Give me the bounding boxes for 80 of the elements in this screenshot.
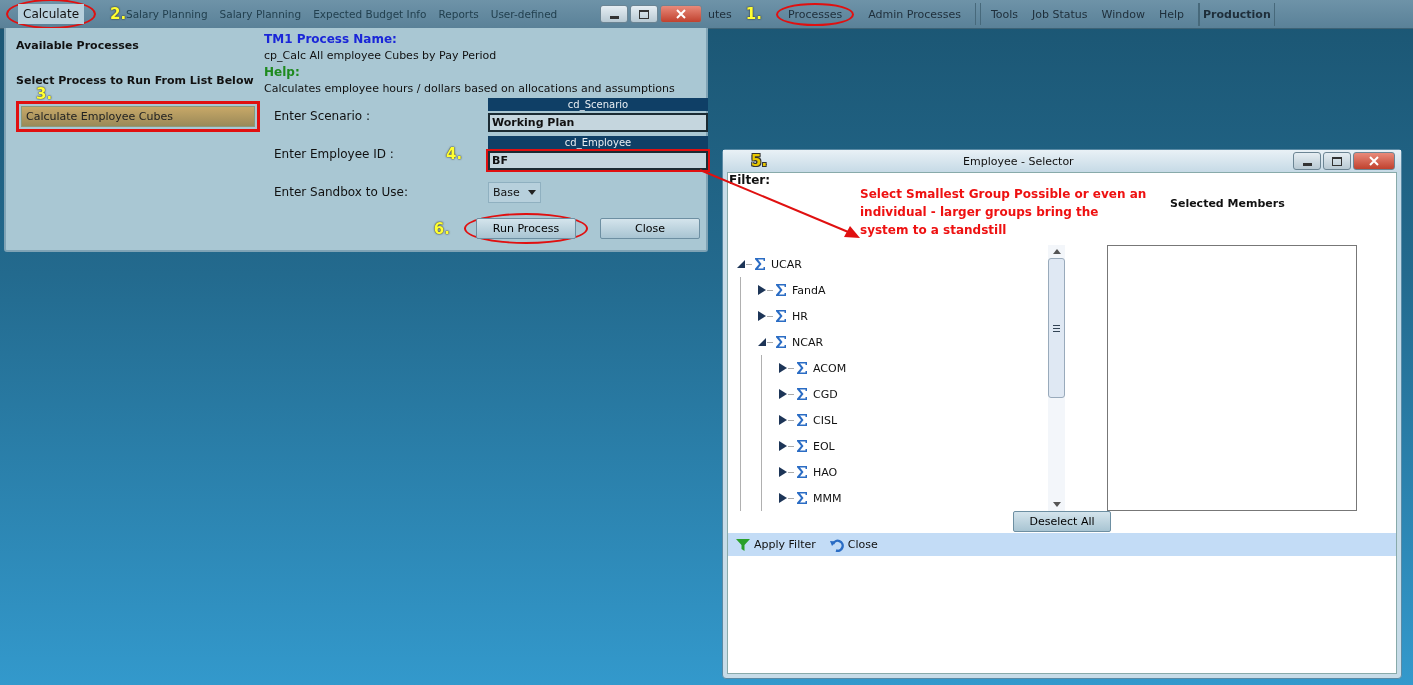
funnel-icon [736, 537, 750, 552]
process-name: cp_Calc All employee Cubes by Pay Period [264, 49, 498, 62]
expander-icon[interactable] [778, 389, 788, 399]
field-header: cd_Employee [488, 136, 708, 149]
annotation-note: Select Smallest Group Possible or even an individual - larger groups bring the system to a standstill [860, 186, 1148, 239]
tree-item[interactable]: EOL [813, 439, 835, 453]
toolbar-button[interactable]: Apply Filter [736, 537, 816, 552]
filter-label: Filter: [728, 173, 771, 187]
tree-item[interactable]: CISL [813, 413, 838, 427]
sigma-icon [797, 362, 807, 374]
tree-item[interactable]: HR [792, 309, 808, 323]
close-button[interactable] [660, 5, 702, 23]
expander-icon[interactable] [736, 260, 746, 268]
expander-icon[interactable] [778, 493, 788, 503]
dialog-button[interactable]: Close [600, 218, 700, 239]
menu-item[interactable]: Tools [990, 7, 1019, 21]
sigma-icon [776, 310, 786, 322]
sigma-icon [797, 440, 807, 452]
sigma-icon [797, 388, 807, 400]
menu-item[interactable]: Job Status [1032, 7, 1088, 21]
help-title: Help: [264, 65, 301, 79]
panel-title: Select Process to Run From List Below [16, 74, 255, 87]
expander-icon[interactable] [778, 363, 788, 373]
annotation-number: 4. [446, 145, 463, 163]
sigma-icon [776, 284, 786, 296]
expander-icon[interactable] [757, 311, 767, 321]
input-field[interactable]: BF [488, 151, 708, 170]
sigma-icon [797, 414, 807, 426]
tree-item[interactable]: ACOM [813, 361, 847, 375]
field-header: cd_Scenario [488, 98, 708, 111]
undo-icon [829, 537, 844, 552]
tree-item[interactable]: CGD [813, 387, 838, 401]
deselect-all-button[interactable]: Deselect All [1013, 511, 1111, 532]
expander-icon[interactable] [757, 338, 767, 346]
panel-title: Available Processes [16, 39, 140, 52]
tree-item[interactable]: HAO [813, 465, 838, 479]
close-button[interactable] [1353, 152, 1395, 170]
expander-icon[interactable] [778, 415, 788, 425]
menu-item[interactable]: Help [1158, 7, 1185, 21]
maximize-button[interactable] [630, 5, 658, 23]
minimize-button[interactable] [1293, 152, 1321, 170]
menu-item[interactable]: Admin Processes [868, 7, 961, 21]
sigma-icon [776, 336, 786, 348]
close-icon [1369, 156, 1379, 166]
annotation-number: 1. [745, 5, 762, 23]
dialog-button[interactable]: Run Process [476, 218, 576, 239]
process-name-title: TM1 Process Name: [264, 32, 398, 46]
window-title: Employee - Selector [963, 154, 1074, 168]
tree-item[interactable]: MMM [813, 491, 842, 505]
close-icon [676, 9, 686, 19]
toolbar-button[interactable]: Close [829, 537, 878, 552]
expander-icon[interactable] [778, 441, 788, 451]
minimize-button[interactable] [600, 5, 628, 23]
menu-item[interactable]: Window [1101, 7, 1145, 21]
sandbox-dropdown[interactable]: Base [488, 181, 541, 203]
annotation-number: 2. [110, 5, 127, 23]
parameter-label: Enter Sandbox to Use: [273, 185, 410, 199]
tree-item[interactable]: NCAR [792, 335, 824, 349]
selected-members-title: Selected Members [1170, 197, 1285, 210]
annotation-number: 3. [36, 87, 53, 101]
maximize-button[interactable] [1323, 152, 1351, 170]
menu-tab[interactable]: Calculate [18, 4, 85, 24]
expander-icon[interactable] [757, 285, 767, 295]
sigma-icon [797, 492, 807, 504]
caret-icon [527, 189, 536, 195]
menu-item[interactable]: Processes [787, 7, 843, 21]
process-list-item[interactable]: Calculate Employee Cubes [21, 106, 255, 127]
parameter-label: Enter Employee ID : [273, 147, 395, 161]
scrollbar[interactable] [1048, 245, 1065, 511]
annotation-number: 6. [433, 219, 450, 238]
sigma-icon [797, 466, 807, 478]
tree-item[interactable]: UCAR [771, 257, 802, 271]
sigma-icon [755, 258, 765, 270]
tree-item[interactable]: FandA [792, 283, 826, 297]
input-field[interactable]: Working Plan [488, 113, 708, 132]
menu-item[interactable]: utes [708, 7, 732, 21]
annotation-number: 5. [751, 152, 768, 170]
expander-icon[interactable] [778, 467, 788, 477]
parameter-label: Enter Scenario : [273, 109, 372, 123]
help-text: Calculates employee hours / dollars based on allocations and assumptions [264, 82, 676, 95]
